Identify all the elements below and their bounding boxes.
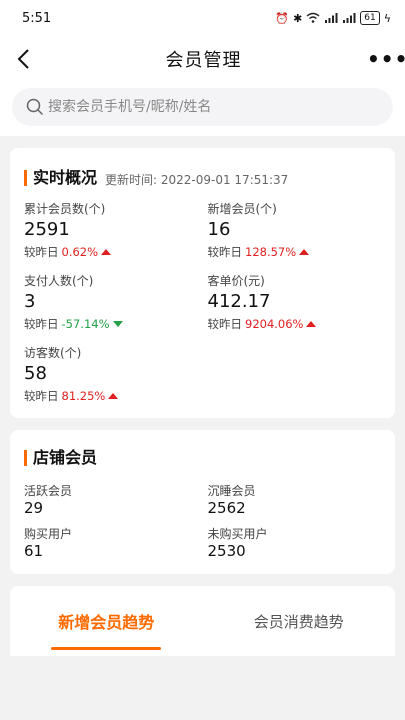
member-grid: 活跃会员 29 沉睡会员 2562 购买用户 61 未购买用户 2530 <box>24 482 381 560</box>
page-title: 会员管理 <box>165 50 242 71</box>
member-stat-value: 29 <box>24 499 44 517</box>
member-stat-value: 2530 <box>207 542 246 560</box>
trend-up-icon <box>299 249 310 255</box>
status-bar: 5:51 ⏰ ✱ 61 ϟ <box>0 0 405 36</box>
signal-icon <box>342 12 356 25</box>
overview-header: 实时概况 更新时间: 2022-09-01 17:51:37 <box>24 164 381 188</box>
change-percent: -57.14% <box>61 317 110 331</box>
stat-compare: 较昨日 -57.14% <box>24 316 198 332</box>
member-stat-value: 2562 <box>207 499 246 517</box>
update-time: 更新时间: 2022-09-01 17:51:37 <box>105 173 289 187</box>
chevron-left-icon <box>17 49 29 69</box>
tab-label: 新增会员趋势 <box>58 613 155 632</box>
alarm-icon: ⏰ <box>275 11 290 25</box>
stat-compare: 较昨日 9204.06% <box>208 316 382 332</box>
overview-title: 实时概况 <box>33 168 98 187</box>
trend-up-icon <box>101 249 112 255</box>
stat-item: 访客数(个) 58 较昨日 81.25% <box>24 344 198 404</box>
member-stat-item[interactable]: 购买用户 61 <box>24 525 198 560</box>
search-box[interactable] <box>12 88 393 126</box>
stat-item: 累计会员数(个) 2591 较昨日 0.62% <box>24 200 198 260</box>
back-button[interactable] <box>16 44 40 74</box>
status-time: 5:51 <box>22 10 52 26</box>
stat-label: 支付人数(个) <box>24 274 94 288</box>
tab-active-indicator <box>51 647 162 650</box>
stat-item: 客单价(元) 412.17 较昨日 9204.06% <box>208 272 382 332</box>
search-section <box>0 82 405 136</box>
more-options-button[interactable]: ••• <box>367 47 405 71</box>
status-icons: ⏰ ✱ 61 ϟ <box>275 11 391 25</box>
stat-compare: 较昨日 128.57% <box>208 244 382 260</box>
signal-icon <box>324 12 338 25</box>
bluetooth-icon: ✱ <box>293 11 303 25</box>
stat-label: 客单价(元) <box>207 274 265 288</box>
member-stat-value: 61 <box>24 542 44 560</box>
trend-up-icon <box>108 393 119 399</box>
compare-label: 较昨日 <box>207 317 243 331</box>
tab-label: 会员消费趋势 <box>253 612 344 631</box>
change-percent: 128.57% <box>245 245 297 259</box>
stat-value: 2591 <box>24 219 70 240</box>
compare-label: 较昨日 <box>24 389 59 403</box>
member-stat-label: 购买用户 <box>24 527 73 541</box>
stat-value: 412.17 <box>207 291 271 312</box>
member-stat-item[interactable]: 沉睡会员 2562 <box>208 482 382 517</box>
accent-bar <box>24 170 27 186</box>
trend-up-icon <box>306 321 317 327</box>
stat-item: 新增会员(个) 16 较昨日 128.57% <box>208 200 382 260</box>
member-stat-label: 活跃会员 <box>24 484 73 498</box>
stat-item: 支付人数(个) 3 较昨日 -57.14% <box>24 272 198 332</box>
store-members-card: 店铺会员 活跃会员 29 沉睡会员 2562 购买用户 61 未购买用户 2530 <box>10 430 395 574</box>
stat-compare: 较昨日 81.25% <box>24 388 198 404</box>
member-stat-item[interactable]: 未购买用户 2530 <box>208 525 382 560</box>
nav-bar: 会员管理 ••• <box>0 36 405 82</box>
overview-card: 实时概况 更新时间: 2022-09-01 17:51:37 累计会员数(个) 2… <box>10 148 395 418</box>
member-stat-label: 沉睡会员 <box>207 484 256 498</box>
store-members-title: 店铺会员 <box>33 448 98 467</box>
stat-label: 累计会员数(个) <box>24 202 106 216</box>
tab-member-spending-trend[interactable]: 会员消费趋势 <box>203 586 396 656</box>
tab-new-member-trend[interactable]: 新增会员趋势 <box>10 586 203 656</box>
stat-value: 3 <box>24 291 36 312</box>
battery-icon: 61 <box>360 11 380 25</box>
stat-grid: 累计会员数(个) 2591 较昨日 0.62% 新增会员(个) 16 较昨日 128.57% 支… <box>24 200 381 404</box>
wifi-icon <box>306 12 320 25</box>
store-members-header: 店铺会员 <box>24 444 381 468</box>
stat-label: 访客数(个) <box>24 346 82 360</box>
stat-value: 58 <box>24 363 47 384</box>
member-stat-item[interactable]: 活跃会员 29 <box>24 482 198 517</box>
compare-label: 较昨日 <box>207 245 243 259</box>
charging-icon: ϟ <box>383 11 391 25</box>
trend-down-icon <box>112 321 123 327</box>
compare-label: 较昨日 <box>24 317 59 331</box>
stat-value: 16 <box>207 219 231 240</box>
search-icon <box>26 98 44 116</box>
stat-compare: 较昨日 0.62% <box>24 244 198 260</box>
accent-bar <box>24 450 27 466</box>
member-stat-label: 未购买用户 <box>207 527 268 541</box>
compare-label: 较昨日 <box>24 245 59 259</box>
stat-label: 新增会员(个) <box>207 202 277 216</box>
trend-tabs: 新增会员趋势 会员消费趋势 <box>10 586 395 656</box>
search-input[interactable] <box>48 99 348 115</box>
change-percent: 9204.06% <box>245 317 304 331</box>
change-percent: 0.62% <box>61 245 99 259</box>
change-percent: 81.25% <box>61 389 106 403</box>
